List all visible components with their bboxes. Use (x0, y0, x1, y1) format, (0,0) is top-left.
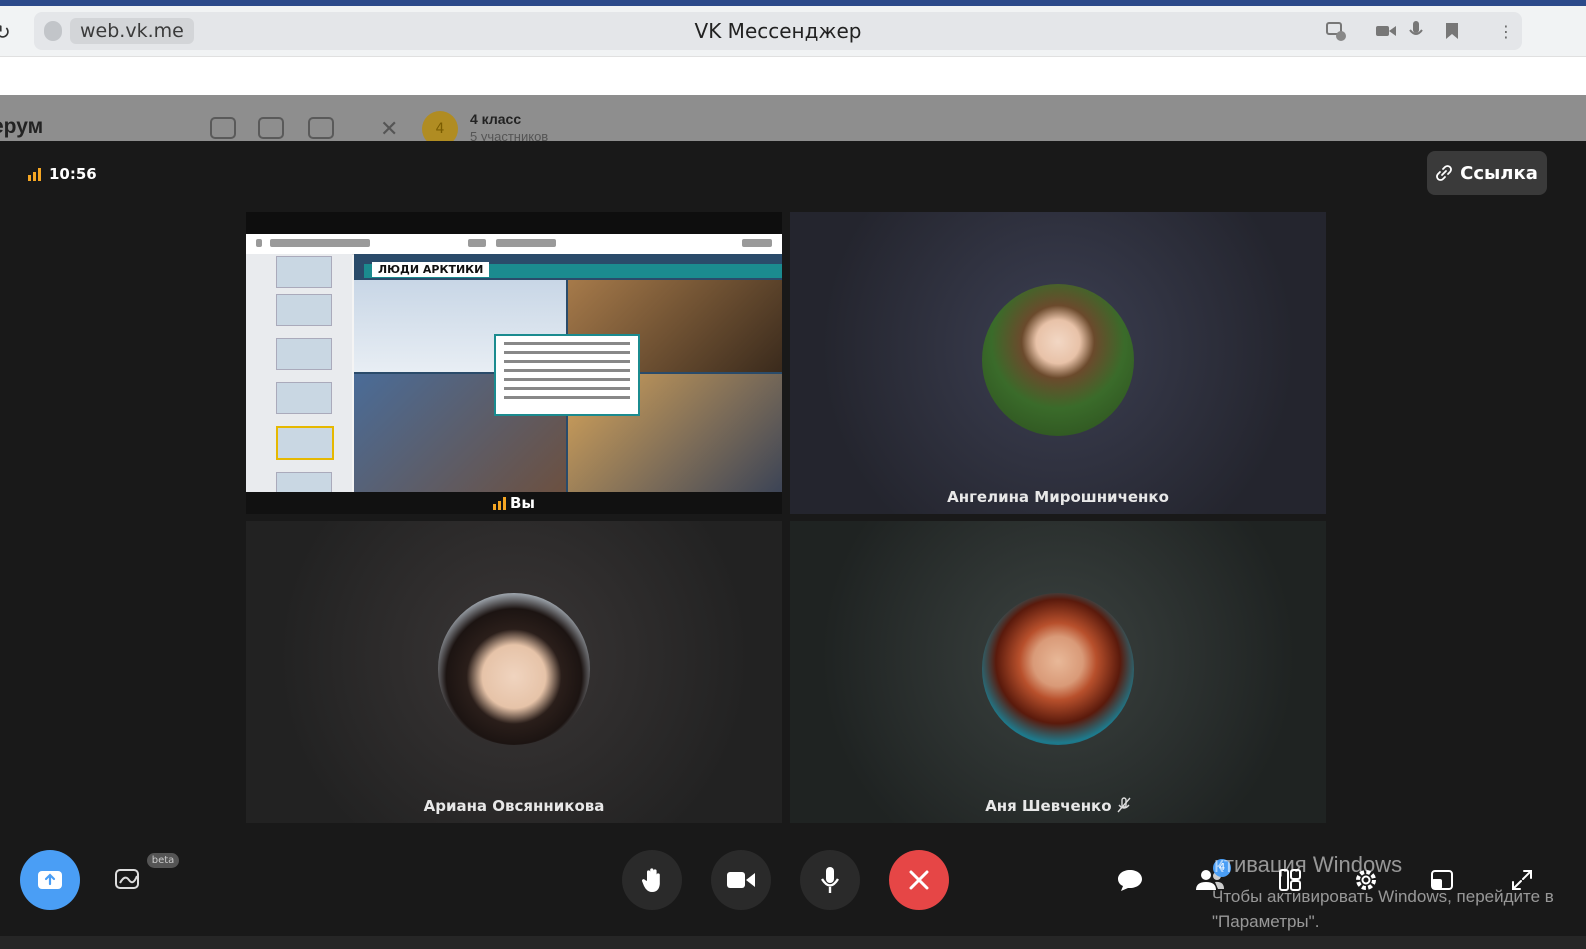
slide-quote-box (494, 334, 640, 416)
windows-activation-line: "Параметры". (1212, 912, 1320, 931)
video-tile-participant[interactable]: Аня Шевченко (790, 521, 1326, 823)
microphone-toggle-button[interactable] (800, 850, 860, 910)
video-tile-self[interactable]: ЛЮДИ АРКТИКИ Вы (246, 212, 782, 514)
participant-avatar (438, 593, 590, 745)
camera-toggle-button[interactable] (711, 850, 771, 910)
participant-name: Вы (510, 494, 535, 512)
participant-name: Аня Шевченко (985, 797, 1112, 815)
archive-icon[interactable] (258, 117, 284, 139)
signal-strength-icon (493, 496, 506, 510)
browser-toolbar: ↻ web.vk.me VK Мессенджер ⋮ (0, 6, 1586, 56)
vk-page-background: ерум ✕ 4 4 класс 5 участников (0, 95, 1586, 141)
chat-bubble-icon (1118, 870, 1142, 891)
compose-icon[interactable] (308, 117, 334, 139)
end-call-button[interactable] (889, 850, 949, 910)
invite-link-label: Ссылка (1460, 162, 1538, 184)
video-tile-participant[interactable]: Ариана Овсянникова (246, 521, 782, 823)
participant-name-row: Аня Шевченко (790, 797, 1326, 815)
participant-avatar (982, 284, 1134, 436)
invite-link-button[interactable]: Ссылка (1427, 151, 1547, 195)
chat-name: 4 класс (470, 111, 522, 127)
tile-name-bar: Вы (246, 492, 782, 514)
chat-button[interactable] (1112, 862, 1148, 898)
page-title: VK Мессенджер (694, 19, 862, 43)
address-bar[interactable]: web.vk.me VK Мессенджер ⋮ (34, 12, 1522, 50)
participant-name: Ариана Овсянникова (423, 797, 605, 815)
muted-microphone-icon (1117, 797, 1131, 813)
signal-strength-icon (28, 167, 41, 181)
chat-subtitle: 5 участников (470, 129, 549, 141)
beta-badge: beta (147, 853, 179, 868)
pdf-thumbnails (246, 254, 352, 504)
add-call-icon[interactable] (210, 117, 236, 139)
windows-activation-text: Чтобы активировать Windows, перейдите в … (1212, 884, 1554, 934)
microphone-icon (821, 867, 839, 893)
presentation-slide: ЛЮДИ АРКТИКИ (354, 254, 782, 492)
slide-title: ЛЮДИ АРКТИКИ (372, 262, 490, 277)
share-screen-icon (38, 871, 62, 889)
windows-activation-title: ктивация Windows (1214, 852, 1403, 877)
share-screen-button[interactable] (20, 850, 80, 910)
video-camera-icon (727, 872, 755, 888)
whiteboard-button[interactable] (111, 862, 147, 898)
page-bottom-edge (0, 936, 1586, 949)
hand-icon (641, 868, 660, 892)
bookmark-icon[interactable] (1440, 19, 1464, 43)
close-icon (909, 870, 929, 890)
participant-avatar (982, 593, 1134, 745)
browser-info-bar (0, 56, 1586, 96)
pdf-toolbar (246, 234, 782, 255)
more-menu-icon[interactable]: ⋮ (1494, 19, 1518, 43)
close-icon[interactable]: ✕ (380, 117, 398, 141)
windows-activation-line: Чтобы активировать Windows, перейдите в (1212, 887, 1554, 906)
chat-avatar: 4 (422, 111, 458, 141)
cast-icon[interactable] (1324, 19, 1348, 43)
microphone-icon[interactable] (1404, 19, 1428, 43)
raise-hand-button[interactable] (622, 850, 682, 910)
call-timer: 10:56 (28, 165, 97, 183)
video-tile-participant[interactable]: Ангелина Мирошниченко (790, 212, 1326, 514)
sidebar-title: ерум (0, 115, 44, 138)
call-time: 10:56 (49, 165, 97, 183)
link-icon (1436, 165, 1453, 181)
call-window: 10:56 Ссылка ЛЮДИ АРКТИКИ Вы Ангелина Ми… (0, 141, 1586, 949)
reload-icon[interactable]: ↻ (0, 20, 11, 44)
participant-name: Ангелина Мирошниченко (947, 488, 1169, 506)
camera-icon[interactable] (1374, 19, 1398, 43)
shared-screen: ЛЮДИ АРКТИКИ (246, 234, 782, 504)
whiteboard-icon (115, 869, 139, 889)
